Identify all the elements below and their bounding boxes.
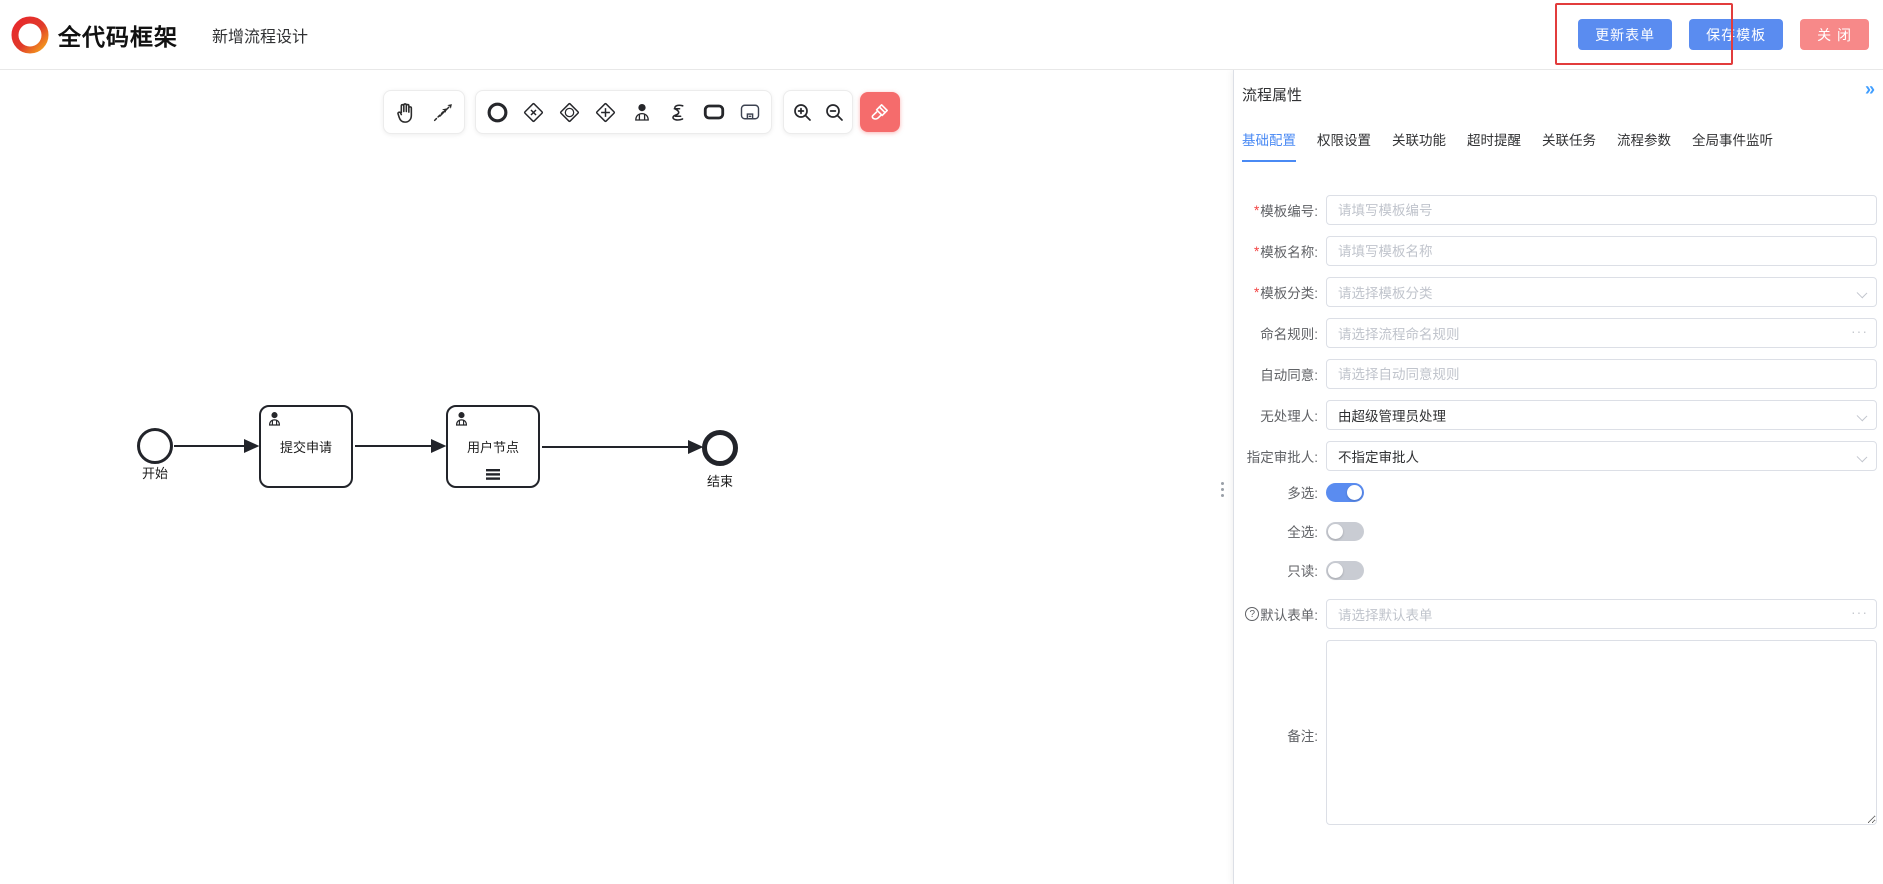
task-icon — [702, 100, 726, 124]
no-handler-label: 无处理人: — [1242, 405, 1326, 425]
template-category-select[interactable]: 请选择模板分类 — [1326, 277, 1877, 307]
remark-textarea[interactable] — [1326, 640, 1877, 825]
task-label: 提交申请 — [280, 437, 332, 456]
create-user-task-button[interactable] — [627, 97, 657, 127]
hand-tool-button[interactable] — [391, 97, 421, 127]
panel-tabs: 基础配置 权限设置 关联功能 超时提醒 关联任务 流程参数 全局事件监听 — [1242, 129, 1877, 162]
global-connect-tool-button[interactable] — [427, 97, 457, 127]
user-icon — [631, 101, 653, 123]
read-only-toggle[interactable] — [1326, 561, 1364, 580]
zoom-in-button[interactable] — [787, 97, 817, 127]
update-form-button[interactable]: 更新表单 — [1578, 19, 1672, 50]
tab-permission-settings[interactable]: 权限设置 — [1317, 129, 1371, 162]
zoom-out-icon — [823, 101, 845, 123]
template-name-label: *模板名称: — [1242, 241, 1326, 261]
user-task-icon — [266, 410, 283, 427]
ellipsis-icon: ··· — [1851, 323, 1868, 339]
remark-label: 备注: — [1242, 725, 1326, 745]
basic-config-form: *模板编号: *模板名称: *模板分类: 请选择模板分类 命名规则: 请选择流程… — [1242, 195, 1877, 830]
help-icon: ? — [1245, 607, 1259, 621]
toolbar-group-palette — [475, 90, 772, 134]
save-template-button[interactable]: 保存模板 — [1689, 19, 1783, 50]
clear-canvas-button[interactable] — [860, 92, 900, 132]
start-event-icon — [486, 101, 509, 124]
connect-arrows-icon — [431, 101, 454, 124]
inclusive-gateway-icon — [558, 101, 581, 124]
app-logo-icon — [10, 15, 50, 55]
parallel-gateway-icon — [594, 101, 617, 124]
brush-icon — [869, 101, 891, 123]
multi-instance-marker-icon — [486, 469, 500, 480]
create-script-task-button[interactable] — [663, 97, 693, 127]
user-task-icon — [453, 410, 470, 427]
approver-label: 指定审批人: — [1242, 446, 1326, 466]
create-inclusive-gateway-button[interactable] — [554, 97, 584, 127]
default-form-label: ? 默认表单: — [1242, 604, 1326, 624]
panel-title: 流程属性 — [1242, 84, 1877, 105]
panel-collapse-icon[interactable]: » — [1865, 80, 1875, 98]
multi-select-toggle[interactable] — [1326, 483, 1364, 502]
end-event-node[interactable] — [702, 430, 738, 466]
process-properties-panel: » 流程属性 基础配置 权限设置 关联功能 超时提醒 关联任务 流程参数 全局事… — [1233, 70, 1883, 884]
create-collapsed-subprocess-button[interactable] — [735, 97, 765, 127]
auto-agree-label: 自动同意: — [1242, 364, 1326, 384]
no-handler-select[interactable]: 由超级管理员处理 — [1326, 400, 1877, 430]
approver-select[interactable]: 不指定审批人 — [1326, 441, 1877, 471]
create-task-button[interactable] — [699, 97, 729, 127]
end-event-label: 结束 — [685, 471, 755, 490]
task-node-submit[interactable]: 提交申请 — [259, 405, 353, 488]
close-button[interactable]: 关 闭 — [1800, 19, 1869, 50]
naming-rule-label: 命名规则: — [1242, 323, 1326, 343]
create-parallel-gateway-button[interactable] — [590, 97, 620, 127]
toolbar-group-tools — [383, 90, 465, 134]
tab-timeout-reminder[interactable]: 超时提醒 — [1467, 129, 1521, 162]
multi-select-label: 多选: — [1242, 482, 1326, 502]
script-icon — [666, 101, 689, 124]
template-category-label: *模板分类: — [1242, 282, 1326, 302]
tab-basic-config[interactable]: 基础配置 — [1242, 129, 1296, 162]
hand-icon — [394, 101, 417, 124]
collapsed-subprocess-icon — [738, 100, 762, 124]
start-event-label: 开始 — [120, 463, 190, 482]
exclusive-gateway-icon — [522, 101, 545, 124]
template-name-input[interactable] — [1326, 236, 1877, 266]
task-node-user[interactable]: 用户节点 — [446, 405, 540, 488]
panel-resize-handle[interactable] — [1221, 482, 1227, 497]
tab-related-functions[interactable]: 关联功能 — [1392, 129, 1446, 162]
zoom-out-button[interactable] — [819, 97, 849, 127]
auto-agree-input[interactable] — [1326, 359, 1877, 389]
task-label: 用户节点 — [467, 437, 519, 456]
start-event-node[interactable] — [137, 428, 173, 464]
select-all-label: 全选: — [1242, 521, 1326, 541]
toolbar-group-zoom — [783, 90, 853, 134]
default-form-select[interactable]: 请选择默认表单 ··· — [1326, 599, 1877, 629]
template-code-input[interactable] — [1326, 195, 1877, 225]
read-only-label: 只读: — [1242, 560, 1326, 580]
tab-process-params[interactable]: 流程参数 — [1617, 129, 1671, 162]
create-exclusive-gateway-button[interactable] — [518, 97, 548, 127]
app-title: 全代码框架 — [58, 18, 178, 52]
bpmn-canvas[interactable]: 开始 提交申请 用户节点 结束 — [0, 70, 1233, 884]
naming-rule-select[interactable]: 请选择流程命名规则 ··· — [1326, 318, 1877, 348]
page-title: 新增流程设计 — [212, 23, 308, 47]
ellipsis-icon: ··· — [1851, 604, 1868, 620]
template-code-label: *模板编号: — [1242, 200, 1326, 220]
create-start-event-button[interactable] — [482, 97, 512, 127]
zoom-in-icon — [791, 101, 813, 123]
app-header: 全代码框架 新增流程设计 更新表单 保存模板 关 闭 — [0, 0, 1883, 70]
tab-global-event-listener[interactable]: 全局事件监听 — [1692, 129, 1773, 162]
tab-related-tasks[interactable]: 关联任务 — [1542, 129, 1596, 162]
select-all-toggle[interactable] — [1326, 522, 1364, 541]
